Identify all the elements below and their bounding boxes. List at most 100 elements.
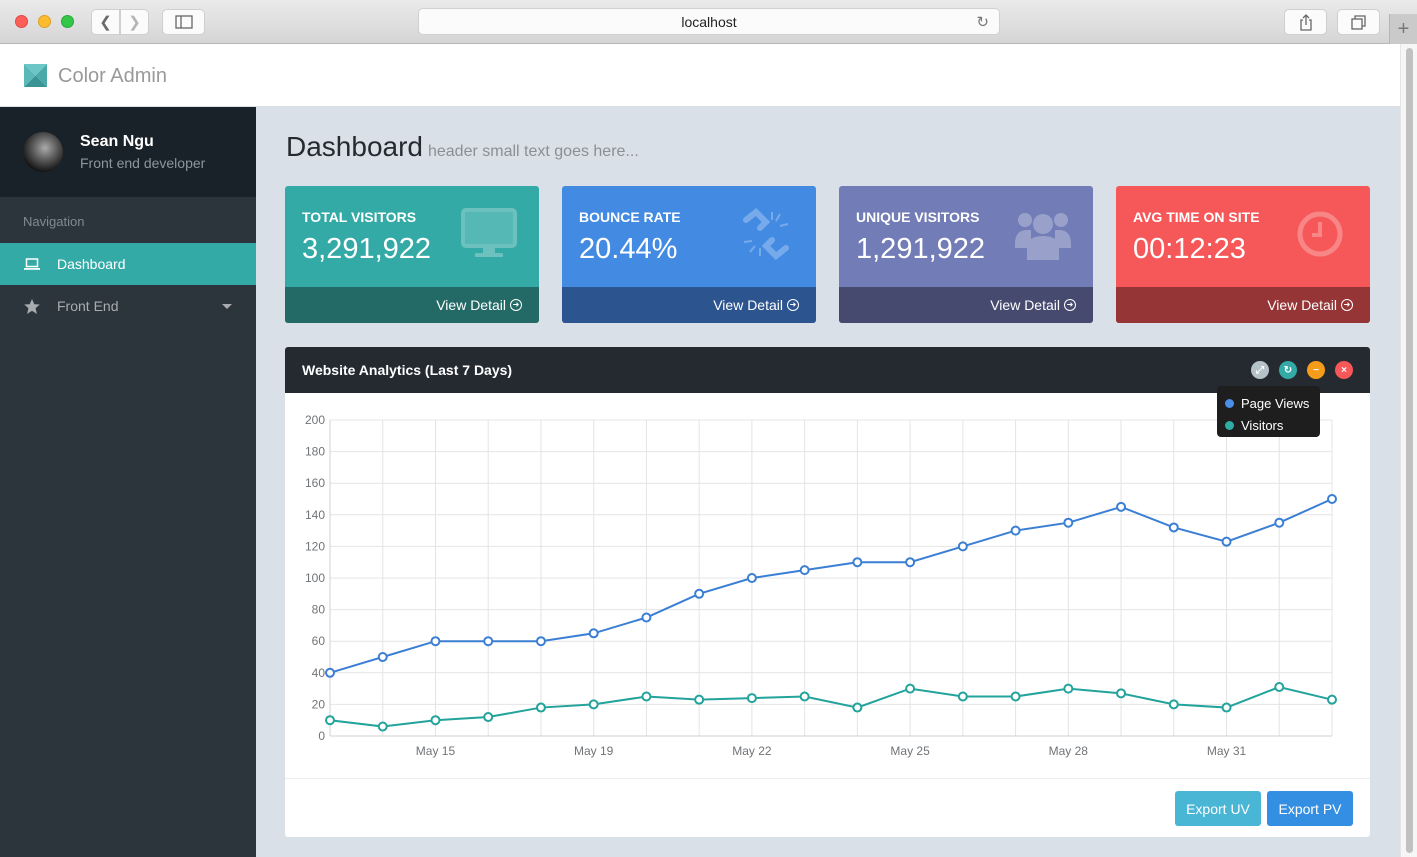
y-tick-label: 20 bbox=[312, 697, 326, 711]
data-point-visitors bbox=[1063, 683, 1074, 694]
legend-item-visitors[interactable]: Visitors bbox=[1225, 414, 1320, 436]
data-point-visitors bbox=[694, 694, 705, 705]
panel-expand-button[interactable]: ⤢ bbox=[1251, 361, 1269, 379]
close-window-button[interactable] bbox=[15, 15, 28, 28]
arrow-circle-right-icon: ➜ bbox=[510, 299, 522, 311]
y-tick-label: 100 bbox=[305, 571, 325, 585]
tabs-icon bbox=[1351, 14, 1366, 30]
page-scrollbar[interactable] bbox=[1400, 44, 1417, 857]
data-point-page-views bbox=[641, 612, 652, 623]
stat-value: 00:12:23 bbox=[1133, 233, 1246, 265]
desktop-icon bbox=[461, 208, 517, 257]
page-subtitle: header small text goes here... bbox=[427, 143, 639, 160]
data-point-visitors bbox=[588, 699, 599, 710]
data-point-page-views bbox=[799, 565, 810, 576]
view-detail-label: View Detail bbox=[990, 297, 1060, 313]
y-tick-label: 0 bbox=[318, 729, 325, 743]
minus-icon: − bbox=[1313, 364, 1319, 376]
share-icon bbox=[1299, 13, 1312, 31]
panel-collapse-button[interactable]: − bbox=[1307, 361, 1325, 379]
view-detail-link[interactable]: View Detail ➜ bbox=[285, 287, 539, 323]
users-icon bbox=[1015, 213, 1071, 260]
data-point-visitors bbox=[1274, 682, 1285, 693]
data-point-visitors bbox=[852, 702, 863, 713]
export-pv-button[interactable]: Export PV bbox=[1267, 791, 1353, 826]
data-point-visitors bbox=[905, 683, 916, 694]
sidebar-item-dashboard[interactable]: Dashboard bbox=[0, 243, 256, 285]
series-line-visitors bbox=[329, 685, 1333, 728]
minimize-window-button[interactable] bbox=[38, 15, 51, 28]
sidebar-item-label: Dashboard bbox=[57, 256, 126, 272]
export-uv-button[interactable]: Export UV bbox=[1175, 791, 1261, 826]
data-point-page-views bbox=[1327, 494, 1337, 504]
panel-remove-button[interactable]: × bbox=[1335, 361, 1353, 379]
data-point-page-views bbox=[1116, 501, 1127, 512]
broken-link-icon bbox=[743, 208, 789, 260]
analytics-panel: Website Analytics (Last 7 Days) ⤢ ↻ − × … bbox=[285, 347, 1370, 837]
x-tick-label: May 19 bbox=[574, 744, 614, 758]
avatar[interactable] bbox=[23, 132, 63, 172]
logo-icon[interactable] bbox=[24, 64, 47, 87]
data-point-visitors bbox=[377, 721, 388, 732]
profile-name: Sean Ngu bbox=[80, 133, 154, 150]
tabs-overview-button[interactable] bbox=[1337, 9, 1380, 35]
legend-dot-visitors bbox=[1225, 420, 1234, 430]
x-tick-label: May 15 bbox=[416, 744, 456, 758]
data-point-visitors bbox=[1327, 694, 1337, 705]
main-content: Dashboard header small text goes here... … bbox=[256, 107, 1400, 857]
view-detail-link[interactable]: View Detail ➜ bbox=[839, 287, 1093, 323]
back-button[interactable]: ❮ bbox=[91, 9, 120, 35]
panel-title: Website Analytics (Last 7 Days) bbox=[302, 362, 513, 378]
reload-icon[interactable]: ↻ bbox=[976, 13, 989, 31]
share-button[interactable] bbox=[1284, 9, 1327, 35]
chevron-right-icon: ❯ bbox=[128, 14, 141, 31]
data-point-page-views bbox=[483, 636, 494, 647]
sidebar-item-label: Front End bbox=[57, 298, 119, 314]
view-detail-label: View Detail bbox=[436, 297, 506, 313]
plus-icon: + bbox=[1397, 17, 1410, 40]
sidebar-toggle-button[interactable] bbox=[162, 9, 205, 35]
scrollbar-thumb[interactable] bbox=[1406, 48, 1413, 853]
data-point-page-views bbox=[325, 667, 335, 678]
address-bar[interactable]: localhost ↻ bbox=[418, 8, 1000, 35]
browser-toolbar: ❮ ❯ localhost ↻ + bbox=[0, 0, 1417, 44]
data-point-visitors bbox=[1221, 702, 1232, 713]
stat-label: TOTAL VISITORS bbox=[302, 209, 417, 225]
stat-card-unique-visitors: UNIQUE VISITORS 1,291,922 View Detail ➜ bbox=[839, 186, 1093, 323]
arrow-circle-right-icon: ➜ bbox=[1341, 299, 1353, 311]
data-point-visitors bbox=[641, 691, 652, 702]
profile-role: Front end developer bbox=[80, 155, 206, 171]
forward-button[interactable]: ❯ bbox=[120, 9, 149, 35]
data-point-page-views bbox=[1063, 517, 1074, 528]
y-tick-label: 140 bbox=[305, 508, 325, 522]
page-title-text: Dashboard bbox=[286, 131, 423, 162]
brand-name[interactable]: Color Admin bbox=[58, 65, 167, 88]
panel-reload-button[interactable]: ↻ bbox=[1279, 361, 1297, 379]
expand-icon: ⤢ bbox=[1256, 364, 1264, 376]
x-tick-label: May 25 bbox=[890, 744, 930, 758]
stat-label: UNIQUE VISITORS bbox=[856, 209, 980, 225]
view-detail-label: View Detail bbox=[1267, 297, 1337, 313]
panel-header: Website Analytics (Last 7 Days) ⤢ ↻ − × bbox=[285, 347, 1370, 393]
view-detail-link[interactable]: View Detail ➜ bbox=[562, 287, 816, 323]
new-tab-button[interactable]: + bbox=[1389, 14, 1417, 44]
data-point-page-views bbox=[694, 588, 705, 599]
data-point-visitors bbox=[325, 715, 335, 726]
stat-label: BOUNCE RATE bbox=[579, 209, 681, 225]
legend-item-page-views[interactable]: Page Views bbox=[1225, 392, 1320, 414]
sidebar-item-front-end[interactable]: Front End bbox=[0, 285, 256, 327]
y-tick-label: 40 bbox=[312, 666, 326, 680]
y-tick-label: 120 bbox=[305, 539, 325, 553]
stat-value: 3,291,922 bbox=[302, 233, 432, 265]
panel-footer: Export UV Export PV bbox=[285, 778, 1370, 837]
data-point-visitors bbox=[799, 691, 810, 702]
zoom-window-button[interactable] bbox=[61, 15, 74, 28]
x-tick-label: May 22 bbox=[732, 744, 772, 758]
close-icon: × bbox=[1341, 364, 1347, 376]
data-point-page-views bbox=[957, 541, 968, 552]
view-detail-link[interactable]: View Detail ➜ bbox=[1116, 287, 1370, 323]
y-tick-label: 200 bbox=[305, 413, 325, 427]
data-point-visitors bbox=[1168, 699, 1179, 710]
laptop-icon bbox=[23, 258, 40, 270]
stat-label: AVG TIME ON SITE bbox=[1133, 209, 1260, 225]
